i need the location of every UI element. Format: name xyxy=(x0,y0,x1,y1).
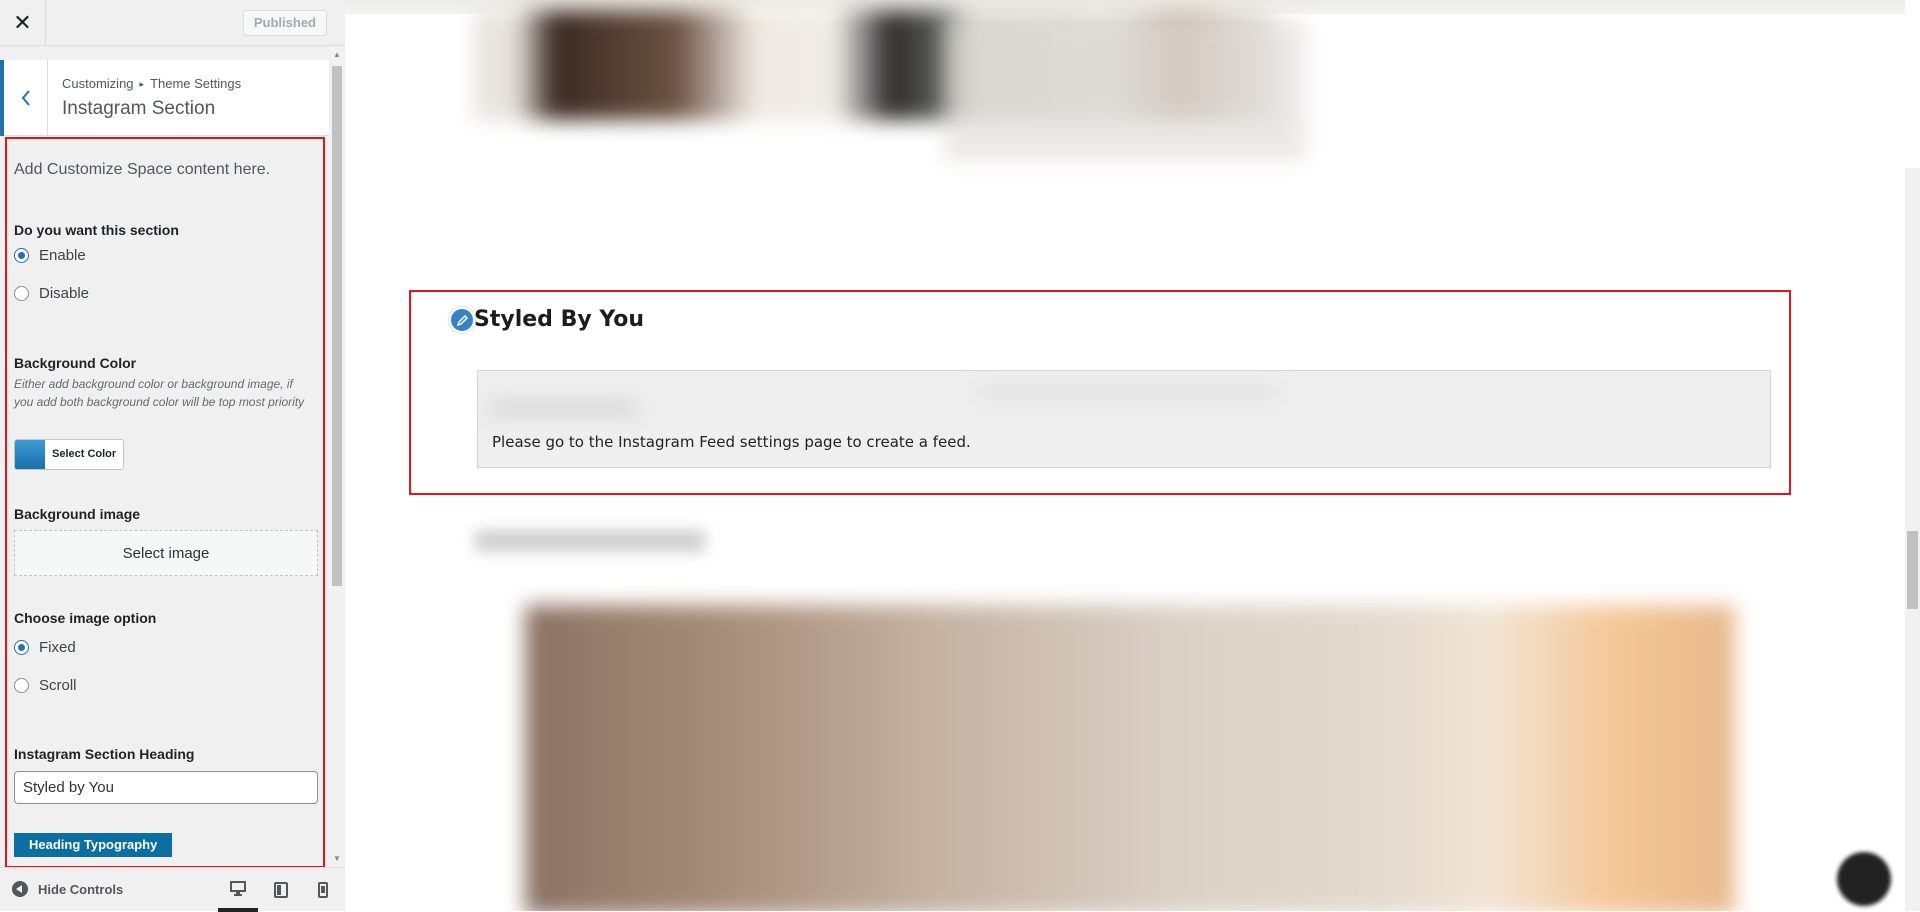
breadcrumb: Customizing ▸ Theme Settings xyxy=(62,76,241,91)
back-button[interactable] xyxy=(0,60,48,136)
desktop-preview-button[interactable] xyxy=(218,868,258,912)
blurred-notice-text xyxy=(978,387,1278,397)
background-color-help: Either add background color or backgroun… xyxy=(14,377,305,409)
section-description: Add Customize Space content here. xyxy=(14,161,271,178)
collapse-icon xyxy=(12,881,28,897)
feed-message: Please go to the Instagram Feed settings… xyxy=(492,433,971,451)
preview-scrollbar[interactable] xyxy=(1905,168,1920,911)
desktop-icon xyxy=(230,880,246,896)
tablet-preview-button[interactable] xyxy=(261,868,301,912)
instagram-section: Styled By You Please go to the Instagram… xyxy=(409,290,1791,495)
radio-disable-label: Disable xyxy=(39,285,90,302)
section-header: Customizing ▸ Theme Settings Instagram Sec… xyxy=(0,60,329,136)
blurred-product-shadow xyxy=(945,20,1305,160)
blurred-notice-title xyxy=(488,403,638,415)
instagram-section-heading: Styled By You xyxy=(474,307,645,332)
heading-input[interactable] xyxy=(14,771,318,804)
radio-enable[interactable]: Enable xyxy=(14,247,86,264)
controls-scroll-area[interactable]: Customizing ▸ Theme Settings Instagram Sec… xyxy=(0,46,345,867)
select-color-button[interactable]: Select Color xyxy=(14,439,125,470)
radio-enable-label: Enable xyxy=(39,247,86,264)
radio-fixed[interactable]: Fixed xyxy=(14,639,76,656)
heading-field-title: Instagram Section Heading xyxy=(14,746,195,762)
radio-scroll-label: Scroll xyxy=(39,677,77,694)
customizer-footer: Hide Controls xyxy=(0,867,345,912)
image-option-title: Choose image option xyxy=(14,610,157,626)
radio-checked-icon[interactable] xyxy=(14,248,29,263)
site-preview: Styled By You Please go to the Instagram… xyxy=(345,0,1920,911)
customizer-sidebar: ✕ Published Customizing ▸ Theme Settings I… xyxy=(0,0,345,912)
blurred-section-heading xyxy=(475,530,705,552)
preview-scroll-thumb[interactable] xyxy=(1907,531,1918,609)
select-color-label: Select Color xyxy=(45,440,124,469)
floating-action-button[interactable] xyxy=(1837,852,1891,906)
radio-unchecked-icon[interactable] xyxy=(14,286,29,301)
section-toggle-title: Do you want this section xyxy=(14,222,179,238)
blurred-room-image xyxy=(525,605,1735,911)
hide-controls-button[interactable]: Hide Controls xyxy=(12,881,123,897)
section-title: Instagram Section xyxy=(62,98,216,119)
chevron-left-icon xyxy=(21,90,30,106)
hide-controls-label: Hide Controls xyxy=(38,881,124,897)
color-swatch[interactable] xyxy=(15,440,45,469)
heading-typography-button[interactable]: Heading Typography xyxy=(14,833,173,857)
radio-fixed-label: Fixed xyxy=(39,639,76,656)
mobile-icon xyxy=(318,882,328,898)
sidebar-scroll-thumb[interactable] xyxy=(332,66,342,586)
background-image-title: Background image xyxy=(14,506,141,522)
scroll-down-icon[interactable]: ▼ xyxy=(333,854,341,863)
background-color-title: Background Color xyxy=(14,355,137,371)
sidebar-scrollbar[interactable]: ▲ ▼ xyxy=(329,46,345,867)
breadcrumb-separator-icon: ▸ xyxy=(139,79,145,89)
instagram-feed-notice: Please go to the Instagram Feed settings… xyxy=(477,370,1771,468)
customizer-header: ✕ Published xyxy=(0,0,345,46)
breadcrumb-root: Customizing xyxy=(62,76,134,91)
controls-panel: Add Customize Space content here. Do you… xyxy=(5,137,325,867)
radio-disable[interactable]: Disable xyxy=(14,285,89,302)
tablet-icon xyxy=(274,882,288,898)
select-image-button[interactable]: Select image xyxy=(14,530,318,576)
close-icon[interactable]: ✕ xyxy=(0,0,46,46)
mobile-preview-button[interactable] xyxy=(303,868,343,912)
scroll-up-icon[interactable]: ▲ xyxy=(333,50,341,59)
radio-scroll[interactable]: Scroll xyxy=(14,677,77,694)
breadcrumb-parent: Theme Settings xyxy=(150,76,242,91)
radio-checked-icon[interactable] xyxy=(14,640,29,655)
edit-pencil-icon[interactable] xyxy=(449,307,475,333)
radio-unchecked-icon[interactable] xyxy=(14,678,29,693)
published-button[interactable]: Published xyxy=(242,10,327,36)
annotation-arrow-icon xyxy=(345,385,353,425)
